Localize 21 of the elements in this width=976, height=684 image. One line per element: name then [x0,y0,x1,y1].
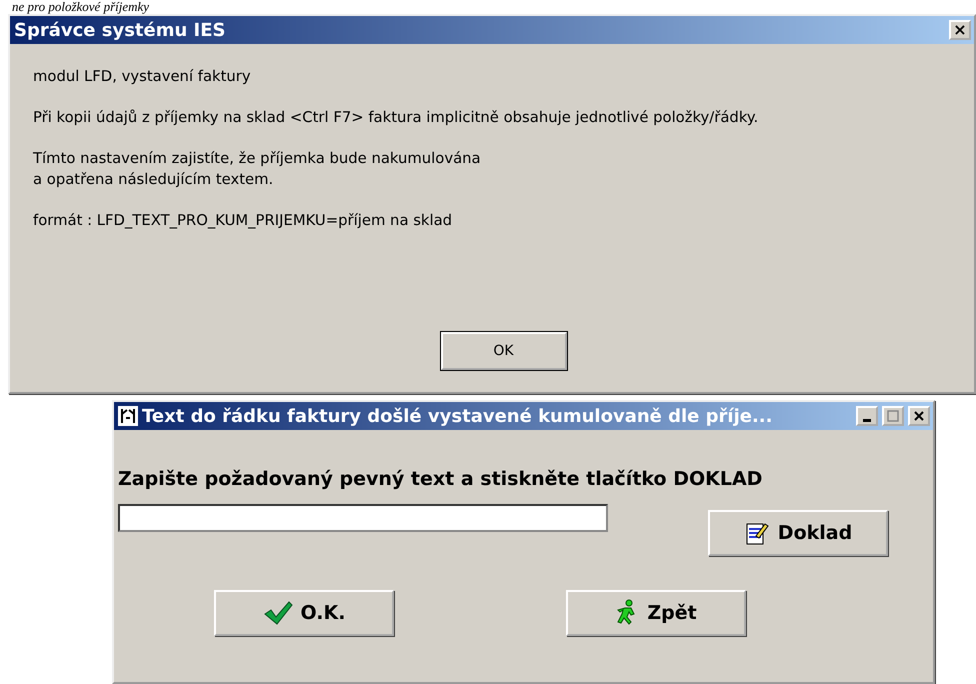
minimize-icon [863,418,871,422]
text-input[interactable] [118,504,608,532]
checkmark-icon [262,600,293,626]
message-text: Tímto nastavením zajistíte, že příjemka bude nakumulována a opatřena následujícím textem. [33,149,482,190]
ok-button[interactable]: O.K. [214,590,394,636]
message-text: Při kopii údajů z příjemky na sklad <Ctrl F7> faktura implicitně obsahuje jednotlivé položky/řádky. [33,108,760,128]
close-icon [914,411,924,421]
ok-button[interactable]: OK [440,332,566,370]
window-title: Text do řádku faktury došlé vystavené kumulovaně dle příje... [142,406,774,426]
caption-text: ne pro položkové příjemky [11,0,150,14]
app-icon [118,406,138,426]
message-text: modul LFD, vystavení faktury [33,67,252,87]
back-button[interactable]: Zpět [566,590,746,636]
maximize-icon [887,410,899,422]
close-button[interactable]: × [949,20,971,40]
message-text: formát : LFD_TEXT_PRO_KUM_PRIJEMKU=příjem na sklad [33,211,454,231]
prompt-label: Zapište požadovaný pevný text a stiskněte tlačítko DOKLAD [118,468,764,490]
close-button[interactable] [908,406,930,426]
doklad-button[interactable]: Doklad [708,510,888,556]
window-title: Správce systému IES [14,20,227,40]
minimize-button[interactable] [856,406,878,426]
